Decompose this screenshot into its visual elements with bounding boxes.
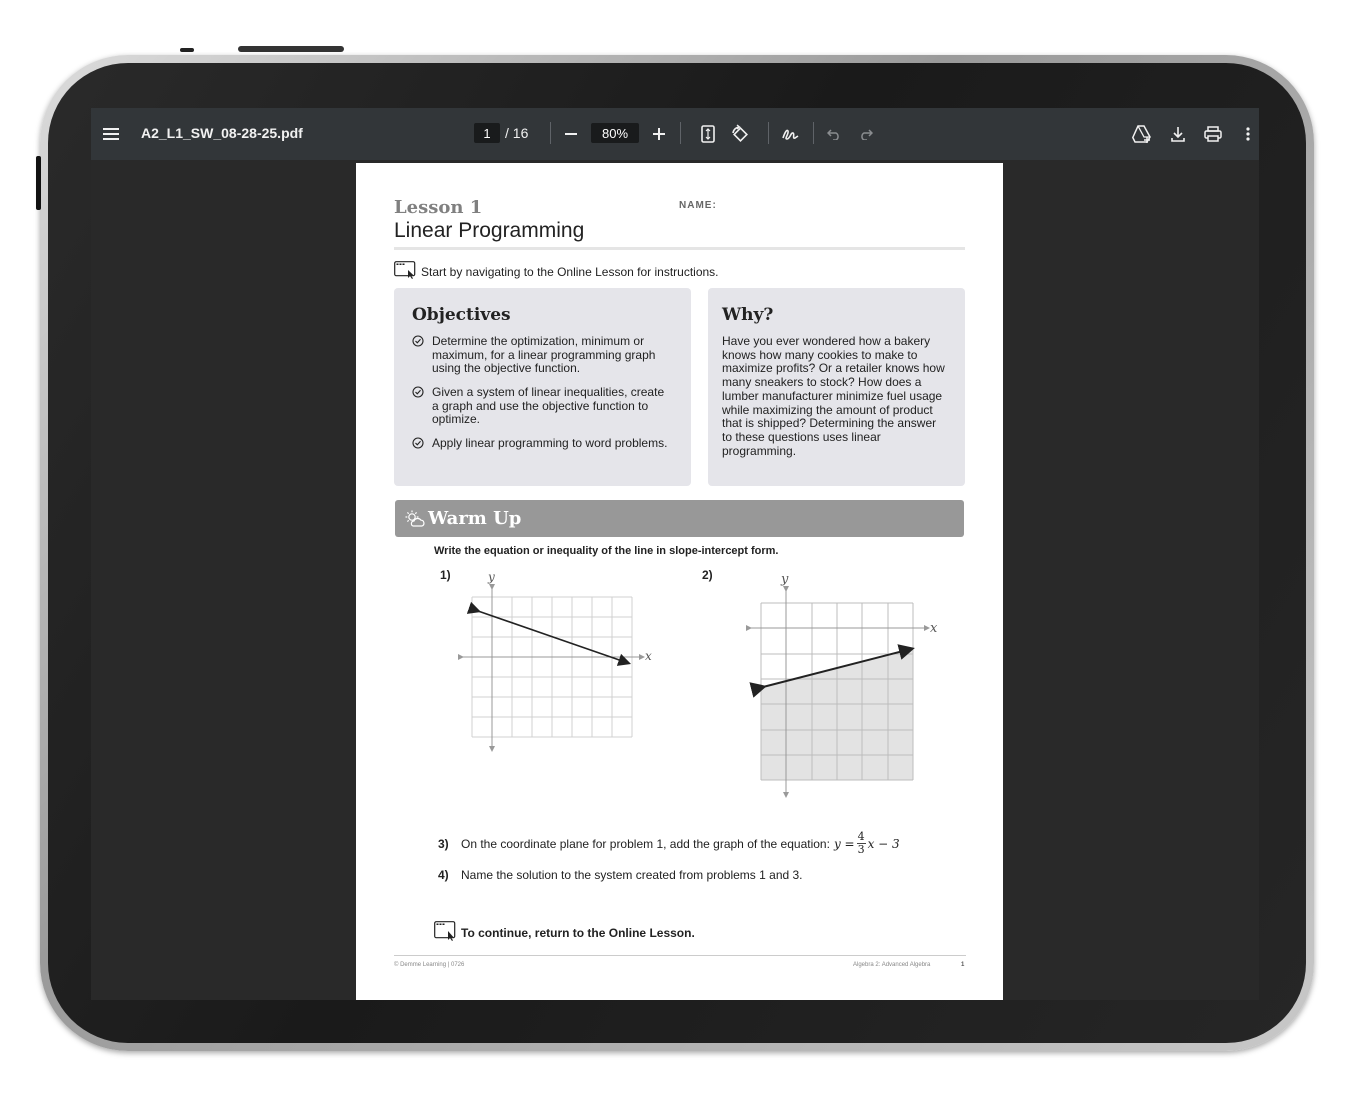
objective-text: Apply linear programming to word problem… bbox=[432, 436, 668, 450]
equation-fraction: 4 3 bbox=[856, 831, 866, 856]
objective-item: Determine the optimization, minimum or m… bbox=[412, 334, 674, 376]
question-text: Name the solution to the system created … bbox=[461, 868, 803, 882]
equation-lhs: y = bbox=[833, 836, 855, 851]
why-heading: Why? bbox=[722, 305, 774, 325]
online-lesson-icon bbox=[394, 261, 416, 282]
objectives-heading: Objectives bbox=[412, 305, 511, 325]
check-circle-icon bbox=[412, 335, 426, 349]
tablet-volume-button bbox=[238, 46, 344, 52]
x-axis-label: x bbox=[645, 649, 652, 663]
problem-2-label: 2) bbox=[702, 568, 713, 582]
objective-item: Given a system of linear inequalities, c… bbox=[412, 385, 674, 427]
why-text: Have you ever wondered how a bakery know… bbox=[722, 334, 945, 458]
question-number: 4) bbox=[438, 868, 449, 882]
more-icon[interactable] bbox=[1239, 123, 1257, 145]
question-4: 4) Name the solution to the system creat… bbox=[438, 868, 803, 882]
toolbar-divider bbox=[550, 122, 551, 144]
zoom-out-icon[interactable] bbox=[561, 124, 581, 144]
objective-text: Given a system of linear inequalities, c… bbox=[432, 385, 665, 426]
start-instruction-text: Start by navigating to the Online Lesson… bbox=[421, 264, 719, 279]
title-divider bbox=[394, 247, 965, 250]
undo-icon[interactable] bbox=[824, 124, 844, 144]
warm-up-instruction: Write the equation or inequality of the … bbox=[434, 545, 779, 557]
question-3: 3) On the coordinate plane for problem 1… bbox=[438, 831, 900, 856]
objectives-box: Objectives Determine the optimization, m… bbox=[394, 288, 691, 486]
redo-icon[interactable] bbox=[856, 124, 876, 144]
toolbar-divider bbox=[813, 122, 814, 144]
pdf-toolbar: A2_L1_SW_08-28-25.pdf 1 / 16 80% bbox=[91, 108, 1259, 160]
page-total: / 16 bbox=[505, 125, 529, 141]
equation-rhs: x − 3 bbox=[867, 836, 900, 851]
problem-2-graph: x y bbox=[746, 572, 938, 798]
problem-1-graph: x y bbox=[458, 570, 652, 752]
footer-divider bbox=[394, 955, 966, 956]
zoom-in-icon[interactable] bbox=[649, 124, 669, 144]
y-axis-label: y bbox=[780, 572, 789, 587]
objective-text: Determine the optimization, minimum or m… bbox=[432, 334, 656, 375]
drive-icon[interactable] bbox=[1131, 123, 1153, 145]
question-text: On the coordinate plane for problem 1, a… bbox=[461, 836, 830, 851]
download-icon[interactable] bbox=[1167, 123, 1189, 145]
lesson-number: Lesson 1 bbox=[394, 197, 483, 218]
pdf-viewer: A2_L1_SW_08-28-25.pdf 1 / 16 80% Lesson … bbox=[91, 108, 1259, 1000]
x-axis-label: x bbox=[930, 621, 938, 636]
print-icon[interactable] bbox=[1202, 123, 1224, 145]
tablet-top-button bbox=[180, 48, 194, 52]
toolbar-divider bbox=[768, 122, 769, 144]
question-number: 3) bbox=[438, 836, 449, 851]
warm-up-banner: Warm Up bbox=[395, 500, 964, 537]
check-circle-icon bbox=[412, 437, 426, 451]
tablet-side-button bbox=[36, 156, 41, 210]
menu-icon[interactable] bbox=[101, 124, 121, 144]
fraction-denominator: 3 bbox=[857, 843, 865, 856]
problem-1-label: 1) bbox=[440, 568, 451, 582]
check-circle-icon bbox=[412, 386, 426, 400]
lesson-title: Linear Programming bbox=[394, 219, 585, 242]
fit-page-icon[interactable] bbox=[698, 123, 718, 145]
zoom-level-input[interactable]: 80% bbox=[591, 123, 639, 143]
footer-page-number: 1 bbox=[961, 962, 965, 968]
why-box: Why? Have you ever wondered how a bakery… bbox=[708, 288, 965, 486]
warm-up-heading: Warm Up bbox=[428, 508, 522, 529]
objective-item: Apply linear programming to word problem… bbox=[412, 436, 674, 451]
continue-instruction: To continue, return to the Online Lesson… bbox=[434, 921, 695, 944]
name-label: NAME: bbox=[679, 200, 717, 211]
rotate-icon[interactable] bbox=[729, 123, 751, 145]
online-lesson-icon bbox=[434, 921, 456, 944]
toolbar-divider bbox=[680, 122, 681, 144]
annotate-icon[interactable] bbox=[779, 123, 801, 145]
footer-copyright: © Demme Learning | 0726 bbox=[394, 962, 465, 968]
pdf-page: Lesson 1 Linear Programming NAME: Start … bbox=[356, 163, 1003, 1000]
start-instruction: Start by navigating to the Online Lesson… bbox=[394, 261, 719, 282]
y-axis-label: y bbox=[487, 570, 495, 584]
footer-course: Algebra 2: Advanced Algebra bbox=[853, 962, 931, 968]
continue-text: To continue, return to the Online Lesson… bbox=[461, 925, 695, 940]
document-filename: A2_L1_SW_08-28-25.pdf bbox=[141, 125, 303, 141]
page-number-input[interactable]: 1 bbox=[474, 123, 500, 143]
warm-up-icon bbox=[405, 510, 425, 533]
